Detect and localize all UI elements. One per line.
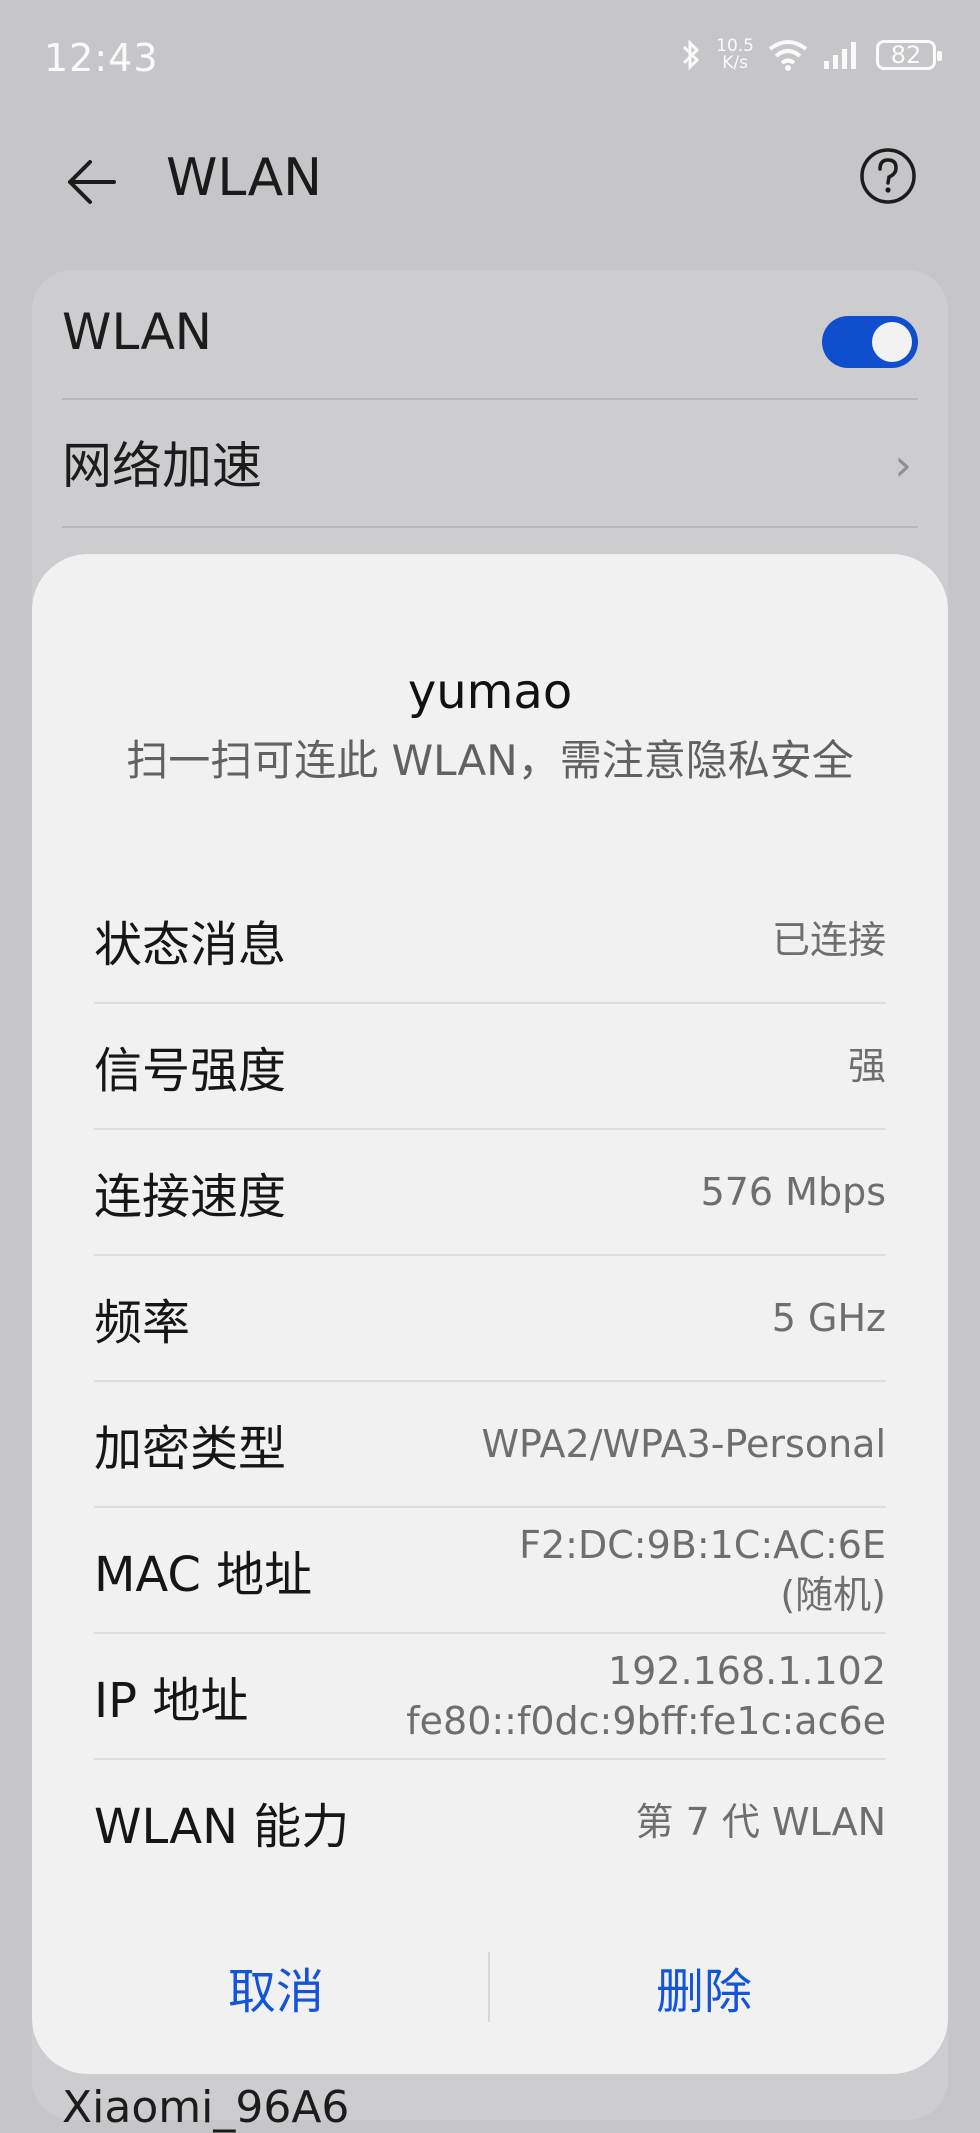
- details-list: 状态消息 已连接 信号强度 强 连接速度 576 Mbps 频率 5 GHz 加…: [94, 878, 886, 1884]
- battery-icon: 82: [876, 40, 942, 70]
- wlan-label: WLAN: [62, 303, 213, 361]
- detail-row-capability: WLAN 能力 第 7 代 WLAN: [94, 1760, 886, 1884]
- detail-value: F2:DC:9B:1C:AC:6E (随机): [519, 1520, 886, 1620]
- chevron-right-icon: ›: [894, 440, 912, 491]
- page-title: WLAN: [166, 148, 323, 208]
- scan-tip: 扫一扫可连此 WLAN，需注意隐私安全: [126, 736, 854, 785]
- detail-value: 已连接: [771, 918, 886, 962]
- detail-value: 576 Mbps: [700, 1170, 886, 1214]
- help-icon[interactable]: [858, 146, 918, 206]
- ipv6-address: fe80::f0dc:9bff:fe1c:ac6e: [406, 1699, 886, 1743]
- button-divider: [488, 1952, 490, 2022]
- divider: [62, 526, 918, 528]
- detail-row-status: 状态消息 已连接: [94, 878, 886, 1004]
- detail-row-speed: 连接速度 576 Mbps: [94, 1130, 886, 1256]
- wlan-toggle[interactable]: [822, 316, 918, 368]
- detail-row-signal: 信号强度 强: [94, 1004, 886, 1130]
- back-arrow-icon[interactable]: [60, 150, 124, 214]
- detail-key: IP 地址: [94, 1673, 249, 1729]
- dialog-button-bar: 取消 删除: [32, 1924, 948, 2054]
- toggle-knob: [872, 322, 912, 362]
- wlan-toggle-row[interactable]: WLAN: [62, 270, 918, 394]
- battery-level: 82: [890, 41, 922, 69]
- detail-row-mac: MAC 地址 F2:DC:9B:1C:AC:6E (随机): [94, 1508, 886, 1634]
- network-acceleration-label: 网络加速: [62, 437, 262, 495]
- status-bar: 12:43 10.5 K/s 82: [0, 0, 980, 110]
- wifi-icon: [768, 40, 808, 71]
- detail-row-frequency: 频率 5 GHz: [94, 1256, 886, 1382]
- mac-address: F2:DC:9B:1C:AC:6E: [519, 1523, 886, 1567]
- status-time: 12:43: [44, 36, 159, 80]
- detail-value: 强: [847, 1044, 886, 1088]
- detail-key: 状态消息: [94, 917, 287, 973]
- detail-key: 信号强度: [94, 1043, 287, 1099]
- ipv4-address: 192.168.1.102: [607, 1649, 886, 1693]
- detail-value: WPA2/WPA3-Personal: [481, 1422, 886, 1466]
- network-details-dialog: yumao 扫一扫可连此 WLAN，需注意隐私安全 状态消息 已连接 信号强度 …: [32, 554, 948, 2074]
- delete-button[interactable]: 删除: [504, 1944, 904, 2030]
- app-header: WLAN: [0, 130, 980, 230]
- detail-row-ip: IP 地址 192.168.1.102 fe80::f0dc:9bff:fe1c…: [94, 1634, 886, 1760]
- detail-value: 192.168.1.102 fe80::f0dc:9bff:fe1c:ac6e: [406, 1646, 886, 1746]
- speed-unit: K/s: [722, 53, 748, 73]
- signal-icon: [824, 42, 856, 69]
- mac-random-note: (随机): [780, 1573, 886, 1617]
- bluetooth-icon: [683, 39, 700, 71]
- detail-key: 频率: [94, 1295, 191, 1351]
- network-acceleration-row[interactable]: 网络加速 ›: [62, 398, 918, 524]
- network-speed: 10.5 K/s: [716, 38, 754, 72]
- status-icons: 10.5 K/s 82: [680, 38, 942, 72]
- detail-key: WLAN 能力: [94, 1799, 350, 1855]
- detail-value: 第 7 代 WLAN: [635, 1800, 886, 1844]
- detail-value: 5 GHz: [771, 1296, 886, 1340]
- cancel-button[interactable]: 取消: [76, 1944, 476, 2030]
- detail-key: MAC 地址: [94, 1547, 313, 1603]
- detail-row-encryption: 加密类型 WPA2/WPA3-Personal: [94, 1382, 886, 1508]
- network-ssid: yumao: [407, 664, 573, 720]
- detail-key: 加密类型: [94, 1421, 287, 1477]
- detail-key: 连接速度: [94, 1169, 287, 1225]
